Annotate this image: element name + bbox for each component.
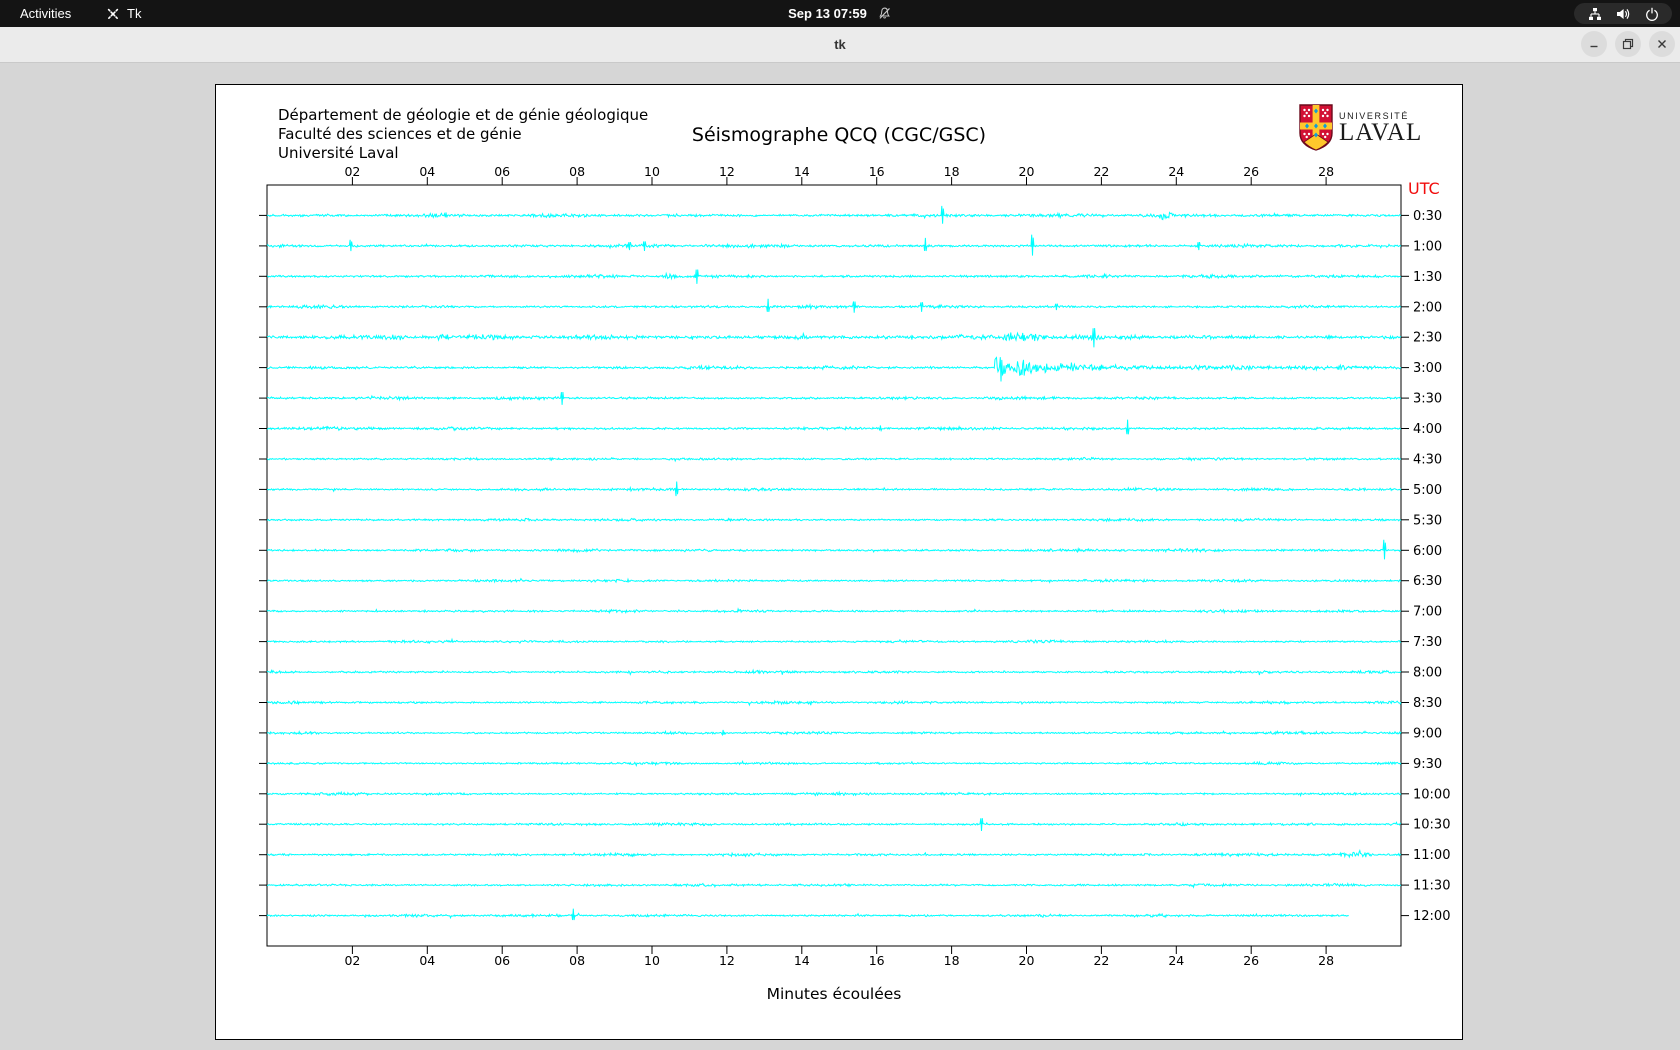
- clock-button[interactable]: Sep 13 07:59: [788, 0, 892, 27]
- svg-text:18: 18: [944, 953, 960, 968]
- svg-text:6:00: 6:00: [1413, 544, 1442, 559]
- svg-text:18: 18: [944, 164, 960, 179]
- svg-text:9:00: 9:00: [1413, 726, 1442, 741]
- svg-text:2:00: 2:00: [1413, 300, 1442, 315]
- svg-text:16: 16: [869, 164, 885, 179]
- svg-text:02: 02: [344, 953, 360, 968]
- svg-text:UTC: UTC: [1408, 179, 1440, 198]
- svg-text:06: 06: [494, 953, 510, 968]
- svg-text:14: 14: [794, 164, 810, 179]
- minimize-icon: [1590, 45, 1598, 48]
- system-status-tray[interactable]: [1574, 3, 1672, 24]
- seismograph-canvas: Département de géologie et de génie géol…: [215, 84, 1463, 1040]
- svg-text:1:00: 1:00: [1413, 239, 1442, 254]
- svg-text:0:30: 0:30: [1413, 209, 1442, 224]
- svg-text:4:00: 4:00: [1413, 422, 1442, 437]
- svg-text:22: 22: [1093, 164, 1109, 179]
- svg-text:6:30: 6:30: [1413, 574, 1442, 589]
- svg-text:26: 26: [1243, 164, 1259, 179]
- svg-text:12:00: 12:00: [1413, 909, 1450, 924]
- power-icon: [1645, 7, 1658, 21]
- svg-text:3:00: 3:00: [1413, 361, 1442, 376]
- svg-text:10:30: 10:30: [1413, 818, 1450, 833]
- svg-text:9:30: 9:30: [1413, 757, 1442, 772]
- svg-text:Minutes écoulées: Minutes écoulées: [767, 985, 902, 1003]
- svg-text:2:30: 2:30: [1413, 331, 1442, 346]
- close-icon: [1658, 40, 1666, 48]
- svg-text:4:30: 4:30: [1413, 453, 1442, 468]
- svg-text:24: 24: [1168, 953, 1184, 968]
- svg-text:28: 28: [1318, 164, 1334, 179]
- close-button[interactable]: [1649, 31, 1675, 57]
- svg-text:5:30: 5:30: [1413, 513, 1442, 528]
- window-titlebar[interactable]: tk: [0, 27, 1680, 63]
- svg-text:5:00: 5:00: [1413, 483, 1442, 498]
- svg-text:04: 04: [419, 164, 435, 179]
- gnome-top-bar: Activities Tk Sep 13 07:59: [0, 0, 1680, 27]
- window-title: tk: [834, 37, 846, 52]
- svg-text:16: 16: [869, 953, 885, 968]
- svg-text:3:30: 3:30: [1413, 392, 1442, 407]
- svg-text:04: 04: [419, 953, 435, 968]
- svg-text:26: 26: [1243, 953, 1259, 968]
- activities-button[interactable]: Activities: [14, 0, 77, 27]
- svg-text:8:30: 8:30: [1413, 696, 1442, 711]
- svg-text:08: 08: [569, 953, 585, 968]
- network-wired-icon: [1588, 7, 1601, 20]
- svg-text:24: 24: [1168, 164, 1184, 179]
- svg-text:14: 14: [794, 953, 810, 968]
- svg-text:02: 02: [344, 164, 360, 179]
- seismogram-plot: 02 02 04 04 06 06 08 08 10 10 12 12 14 14 16 16 18 18 20 20…: [216, 85, 1462, 1039]
- svg-text:20: 20: [1019, 164, 1035, 179]
- svg-text:06: 06: [494, 164, 510, 179]
- notifications-muted-icon: [879, 7, 890, 19]
- clock-label: Sep 13 07:59: [788, 6, 867, 21]
- desktop-screen: Activities Tk Sep 13 07:59 tk Départemen…: [0, 0, 1680, 1050]
- app-menu-button[interactable]: Tk: [106, 0, 141, 27]
- svg-text:12: 12: [719, 953, 735, 968]
- restore-button[interactable]: [1615, 31, 1641, 57]
- app-menu-label: Tk: [127, 6, 142, 21]
- svg-text:28: 28: [1318, 953, 1334, 968]
- svg-text:1:30: 1:30: [1413, 270, 1442, 285]
- tk-app-icon: [107, 8, 119, 19]
- svg-text:7:30: 7:30: [1413, 635, 1442, 650]
- svg-text:22: 22: [1093, 953, 1109, 968]
- svg-text:10:00: 10:00: [1413, 787, 1450, 802]
- svg-text:20: 20: [1019, 953, 1035, 968]
- svg-text:10: 10: [644, 164, 660, 179]
- svg-text:11:30: 11:30: [1413, 879, 1450, 894]
- minimize-button[interactable]: [1581, 31, 1607, 57]
- svg-text:10: 10: [644, 953, 660, 968]
- svg-text:8:00: 8:00: [1413, 666, 1442, 681]
- svg-text:08: 08: [569, 164, 585, 179]
- restore-icon: [1622, 38, 1634, 50]
- svg-text:12: 12: [719, 164, 735, 179]
- svg-text:11:00: 11:00: [1413, 848, 1450, 863]
- svg-text:7:00: 7:00: [1413, 605, 1442, 620]
- tk-window-body: Département de géologie et de génie géol…: [0, 63, 1680, 1050]
- volume-icon: [1617, 8, 1630, 19]
